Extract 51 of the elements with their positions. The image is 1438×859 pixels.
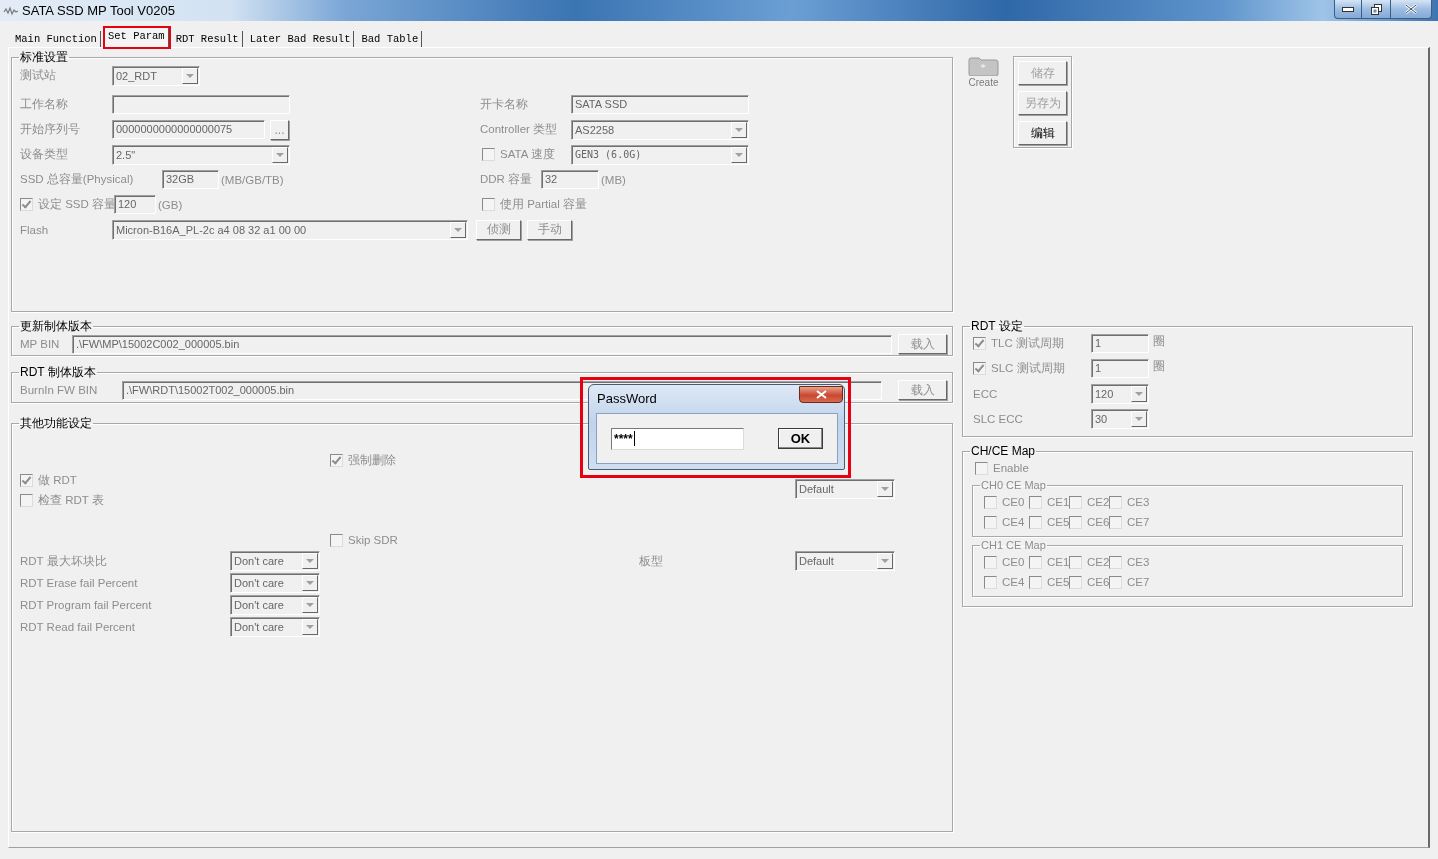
unit-label: (MB) xyxy=(601,173,626,186)
group-title: 其他功能设定 xyxy=(19,416,93,430)
field-label: BurnIn FW BIN xyxy=(20,384,99,396)
restore-button[interactable] xyxy=(1362,0,1391,19)
unit-label: 圈 xyxy=(1153,359,1165,374)
field-label: ECC xyxy=(972,387,999,400)
field-label: 开卡名称 xyxy=(479,97,529,112)
tab[interactable]: RDT Result xyxy=(172,31,243,47)
window-title: SATA SSD MP Tool V0205 xyxy=(22,3,175,18)
group-title: CH0 CE Map xyxy=(980,479,1047,492)
field-label: 设备类型 xyxy=(20,147,69,162)
field-label: RDT Read fail Percent xyxy=(20,621,136,633)
field-label: SSD 总容量(Physical) xyxy=(20,172,135,187)
tab[interactable]: Bad Table xyxy=(358,31,423,47)
minimize-button[interactable] xyxy=(1334,0,1362,19)
password-field[interactable]: **** xyxy=(611,427,744,450)
tab[interactable]: Main Function xyxy=(12,31,101,47)
field-label: SLC ECC xyxy=(972,412,1024,425)
field-label: RDT 最大坏块比 xyxy=(20,553,108,569)
field-label: Controller 类型 xyxy=(479,122,559,137)
unit-label: 圈 xyxy=(1153,334,1165,349)
icon-caption: Create xyxy=(968,77,999,88)
field-label: DDR 容量 xyxy=(479,172,534,187)
edit-button[interactable]: 编辑 xyxy=(1018,121,1067,145)
field-label: 工作名称 xyxy=(20,97,69,112)
folder-icon xyxy=(967,56,1000,76)
restore-icon xyxy=(1370,3,1382,15)
group-title: 标准设置 xyxy=(19,50,69,64)
group-title: CH1 CE Map xyxy=(980,539,1047,552)
close-icon xyxy=(1405,4,1417,14)
field-label: RDT Program fail Percent xyxy=(20,599,153,611)
field-label: 测试站 xyxy=(20,68,57,83)
group-title: 更新制体版本 xyxy=(19,319,93,333)
tab[interactable]: Set Param xyxy=(104,28,169,47)
close-button[interactable] xyxy=(799,386,843,403)
field-label: MP BIN xyxy=(20,338,61,350)
ok-button[interactable]: OK xyxy=(778,428,823,449)
tab[interactable]: Later Bad Result xyxy=(246,31,355,47)
unit-label: (MB/GB/TB) xyxy=(221,173,284,186)
field-label: Flash xyxy=(20,223,50,236)
group-title: RDT 设定 xyxy=(970,319,1024,333)
unit-label: (GB) xyxy=(158,198,183,211)
app-icon xyxy=(3,5,19,16)
close-button[interactable] xyxy=(1391,0,1432,19)
group-title: CH/CE Map xyxy=(970,444,1036,458)
field-label: 开始序列号 xyxy=(20,122,81,137)
field-label: RDT Erase fail Percent xyxy=(20,577,139,589)
group-title: RDT 制体版本 xyxy=(19,365,97,379)
minimize-icon xyxy=(1342,6,1354,12)
close-icon xyxy=(815,390,827,399)
field-label: 板型 xyxy=(639,553,664,569)
